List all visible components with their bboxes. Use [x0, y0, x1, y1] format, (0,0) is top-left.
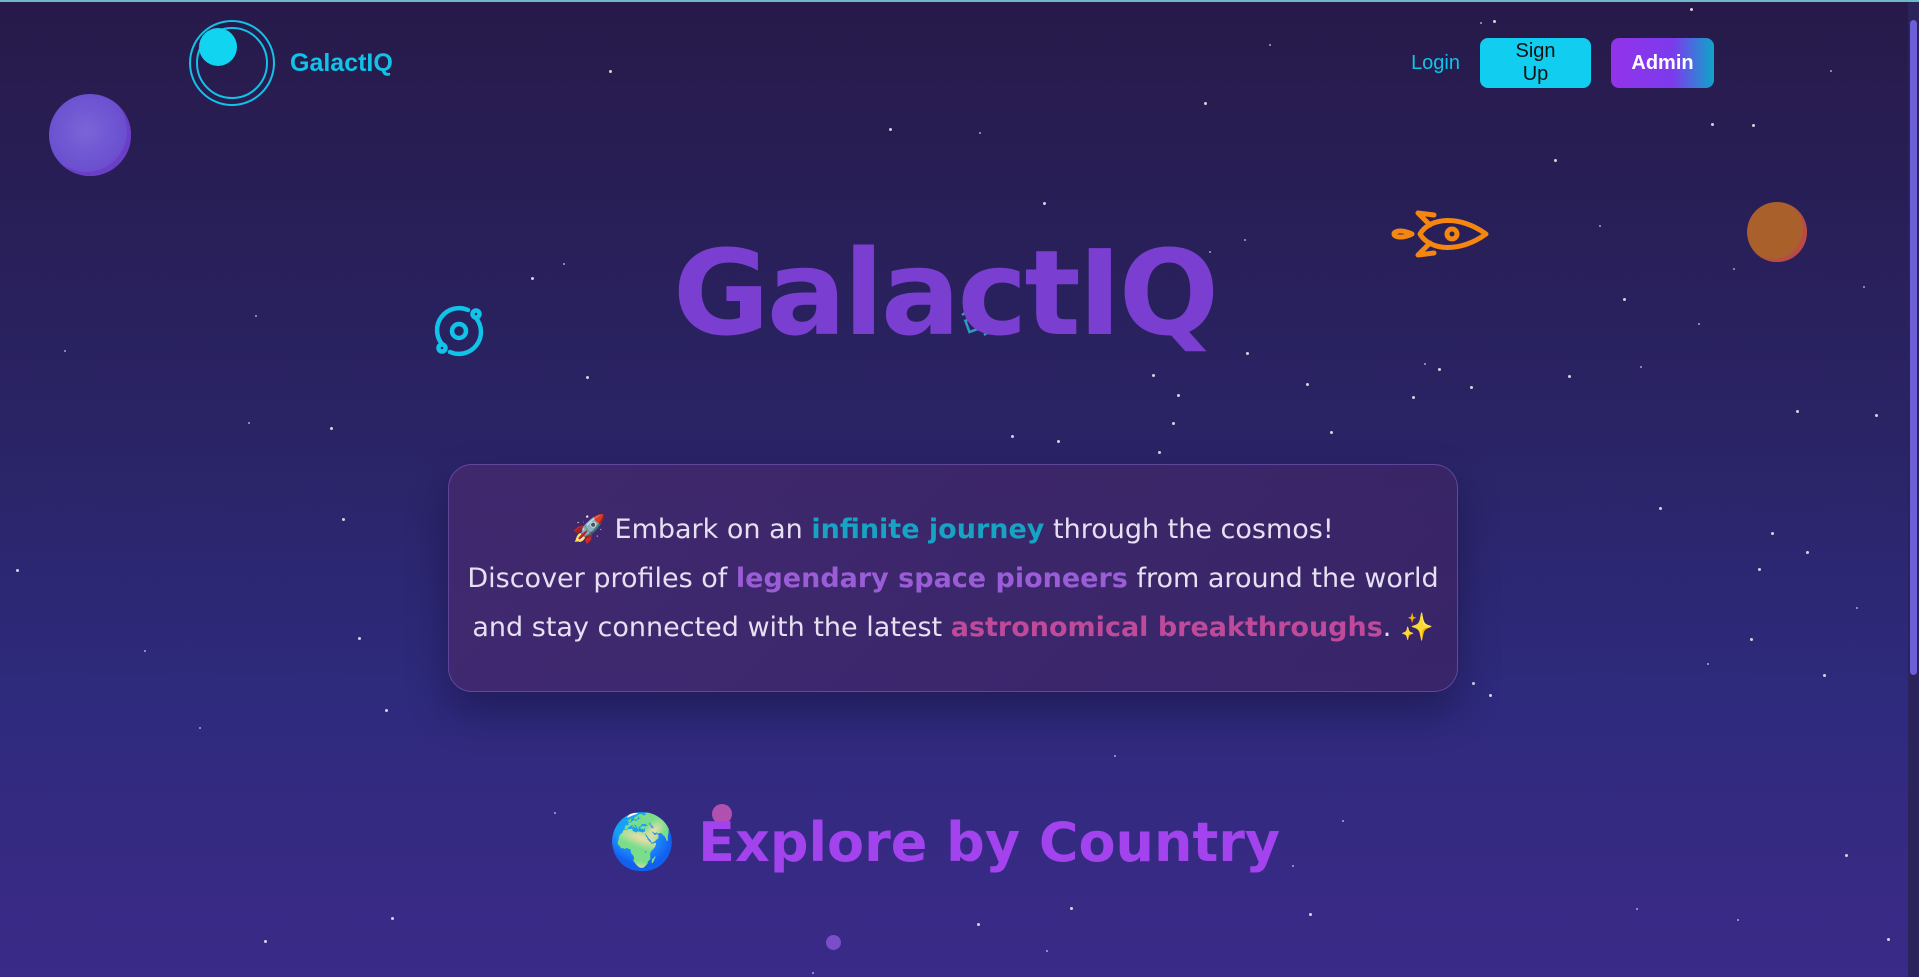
- intro-text: through the cosmos!: [1044, 513, 1334, 545]
- highlight-astronomical-breakthroughs: astronomical breakthroughs: [950, 611, 1383, 643]
- brand-name: GalactIQ: [290, 48, 393, 77]
- brand-link[interactable]: GalactIQ: [188, 19, 393, 107]
- logo-orbit-icon: [188, 19, 276, 107]
- explore-section-title: 🌍 Explore by Country: [0, 810, 1919, 874]
- navbar: GalactIQ Login Sign Up Admin: [188, 18, 1714, 108]
- intro-text: Embark on an: [614, 513, 812, 545]
- sparkles-emoji: ✨: [1399, 611, 1434, 643]
- intro-line-2: Discover profiles of legendary space pio…: [467, 554, 1438, 603]
- rocket-emoji: 🚀: [572, 513, 606, 545]
- explore-title-text: Explore by Country: [698, 810, 1281, 874]
- intro-line-3: and stay connected with the latest astro…: [472, 603, 1433, 652]
- intro-line-1: 🚀 Embark on an infinite journey through …: [572, 505, 1333, 554]
- planet-decoration: [49, 94, 131, 176]
- intro-card: 🚀 Embark on an infinite journey through …: [448, 464, 1458, 692]
- intro-text: and stay connected with the latest: [472, 611, 951, 643]
- admin-button[interactable]: Admin: [1611, 38, 1714, 88]
- intro-text: Discover profiles of: [467, 562, 736, 594]
- highlight-infinite-journey: infinite journey: [811, 513, 1045, 545]
- scrollbar-thumb[interactable]: [1910, 20, 1917, 675]
- hero-title: GalactIQ: [672, 224, 1219, 362]
- intro-text: .: [1382, 611, 1392, 643]
- login-link[interactable]: Login: [1411, 52, 1460, 75]
- page-scrollbar[interactable]: [1908, 2, 1919, 977]
- highlight-space-pioneers: legendary space pioneers: [735, 562, 1128, 594]
- decorative-dot: [826, 935, 841, 950]
- intro-text: from around the world: [1127, 562, 1439, 594]
- nav-actions: Login Sign Up Admin: [1411, 38, 1714, 88]
- signup-button[interactable]: Sign Up: [1480, 38, 1591, 88]
- globe-icon: 🌍: [608, 810, 677, 873]
